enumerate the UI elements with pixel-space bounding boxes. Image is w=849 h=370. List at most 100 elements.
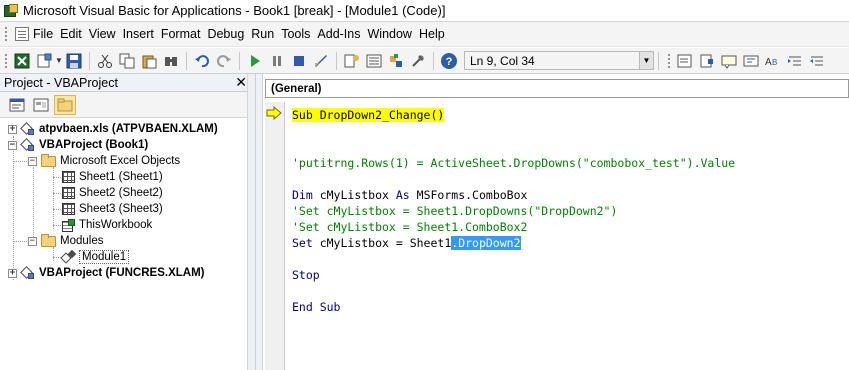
svg-text:?: ? (446, 56, 453, 68)
code-line[interactable]: Set cMyListbox = Sheet1.DropDown2 (292, 235, 521, 251)
menu-add-ins[interactable]: Add-Ins (317, 22, 367, 47)
vba-project-icon (20, 265, 35, 280)
help-icon[interactable]: ? (439, 51, 459, 71)
expand-icon[interactable]: + (8, 124, 17, 134)
code-token: 'putitrng.Rows(1) = ActiveSheet.DropDown… (292, 156, 736, 170)
collapse-icon[interactable]: − (28, 156, 37, 166)
tree-item-funcres[interactable]: + VBAProject (FUNCRES.XLAM) (8, 265, 204, 281)
pane-splitter[interactable] (255, 74, 263, 370)
copy-icon[interactable] (117, 51, 137, 71)
tree-item-excel-objects[interactable]: − Microsoft Excel Objects (28, 153, 180, 169)
redo-icon[interactable] (214, 51, 234, 71)
code-line[interactable]: 'Set cMyListbox = Sheet1.DropDowns("Drop… (292, 203, 617, 219)
menubar-grip-icon[interactable] (4, 26, 8, 42)
list-properties-icon[interactable] (675, 51, 695, 71)
selected-text: .DropDown2 (451, 236, 521, 250)
indent-icon[interactable] (785, 51, 805, 71)
code-token: Stop (292, 268, 320, 282)
title-bar: Microsoft Visual Basic for Applications … (0, 0, 849, 22)
project-tree: + atpvbaen.xls (ATPVBAEN.XLAM) − VBAProj… (0, 119, 247, 370)
window-title: Microsoft Visual Basic for Applications … (23, 3, 446, 18)
tree-item-modules[interactable]: − Modules (28, 233, 103, 249)
menu-view[interactable]: View (89, 22, 123, 47)
menu-bar: File Edit View Insert Format Debug Run T… (0, 22, 849, 47)
complete-word-icon[interactable]: AB (763, 51, 783, 71)
code-line[interactable]: Dim cMyListbox As MSForms.ComboBox (292, 187, 527, 203)
expand-icon[interactable]: + (8, 268, 17, 278)
code-line[interactable]: 'putitrng.Rows(1) = ActiveSheet.DropDown… (292, 155, 735, 171)
vba-app-icon (4, 3, 18, 18)
code-line[interactable]: 'Set cMyListbox = Sheet1.ComboBox2 (292, 219, 527, 235)
code-token: cMyListbox = Sheet1 (312, 236, 452, 250)
undo-icon[interactable] (192, 51, 212, 71)
worksheet-icon (62, 203, 75, 215)
code-token: As (395, 188, 410, 202)
workbook-icon (62, 218, 75, 232)
tree-item-atpvbaen[interactable]: + atpvbaen.xls (ATPVBAEN.XLAM) (8, 121, 218, 137)
code-margin-indicator-bar[interactable] (265, 102, 285, 370)
menu-help[interactable]: Help (419, 22, 452, 47)
code-line[interactable]: Stop (292, 267, 320, 283)
menu-run[interactable]: Run (251, 22, 281, 47)
tree-item-label: Sheet1 (Sheet1) (79, 171, 163, 183)
code-line[interactable]: End Sub (292, 299, 340, 315)
toggle-folders-icon[interactable] (54, 94, 76, 115)
object-browser-icon[interactable] (386, 51, 406, 71)
find-icon[interactable] (161, 51, 181, 71)
parameter-info-icon[interactable] (741, 51, 761, 71)
tree-item-sheet3[interactable]: Sheet3 (Sheet3) (62, 201, 163, 217)
collapse-icon[interactable]: − (28, 236, 37, 246)
tree-item-label: VBAProject (Book1) (39, 139, 149, 151)
excel-icon[interactable] (12, 51, 32, 71)
tree-item-thisworkbook[interactable]: ThisWorkbook (62, 217, 152, 233)
view-object-icon[interactable] (30, 95, 52, 115)
toolbar-options-icon[interactable]: ▼ (639, 52, 653, 69)
break-icon[interactable] (267, 51, 287, 71)
tree-item-module1[interactable]: Module1 (60, 249, 130, 265)
worksheet-icon (62, 171, 75, 183)
code-token: cMyListbox (312, 188, 396, 202)
tree-item-sheet2[interactable]: Sheet2 (Sheet2) (62, 185, 163, 201)
cursor-position-box: Ln 9, Col 34 ▼ (464, 51, 654, 70)
code-token: MSForms.ComboBox (409, 188, 528, 202)
menu-edit[interactable]: Edit (60, 22, 89, 47)
run-icon[interactable] (245, 51, 265, 71)
outdent-icon[interactable] (807, 51, 827, 71)
design-mode-icon[interactable] (311, 51, 331, 71)
menu-format[interactable]: Format (161, 22, 208, 47)
collapse-icon[interactable]: − (8, 140, 17, 150)
project-explorer-icon[interactable] (342, 51, 362, 71)
object-combobox-value: (General) (271, 82, 322, 95)
properties-icon[interactable] (364, 51, 384, 71)
tree-item-label: Sheet2 (Sheet2) (79, 187, 163, 199)
object-combobox[interactable]: (General) (265, 79, 849, 98)
view-code-icon[interactable] (6, 95, 28, 115)
code-line[interactable]: Sub DropDown2_Change() (292, 107, 445, 123)
project-pane-scrollbar[interactable] (247, 74, 255, 370)
cut-icon[interactable] (95, 51, 115, 71)
tree-item-vbaproject-book1[interactable]: − VBAProject (Book1) (8, 137, 148, 153)
tree-item-label: ThisWorkbook (79, 219, 153, 231)
tree-item-sheet1[interactable]: Sheet1 (Sheet1) (62, 169, 163, 185)
quick-info-icon[interactable] (719, 51, 739, 71)
insert-dropdown-icon[interactable]: ▼ (55, 52, 63, 70)
save-icon[interactable] (64, 51, 84, 71)
code-token: Set (292, 236, 313, 250)
menu-insert[interactable]: Insert (123, 22, 161, 47)
menu-tools[interactable]: Tools (281, 22, 317, 47)
toolbox-icon[interactable] (408, 51, 428, 71)
reset-icon[interactable] (289, 51, 309, 71)
menu-window[interactable]: Window (368, 22, 419, 47)
toolbar-grip-icon[interactable] (4, 52, 8, 69)
insert-module-icon[interactable] (34, 51, 54, 71)
tree-item-label: Modules (60, 235, 104, 247)
project-pane-close-icon[interactable]: ✕ (235, 74, 247, 91)
edit-toolbar-grip-icon[interactable] (667, 52, 671, 69)
list-constants-icon[interactable] (697, 51, 717, 71)
paste-icon[interactable] (139, 51, 159, 71)
folder-icon (41, 153, 56, 167)
code-editor[interactable]: Sub DropDown2_Change() 'putitrng.Rows(1) … (286, 102, 849, 370)
menu-file[interactable]: File (11, 22, 60, 47)
code-token: End Sub (292, 300, 341, 314)
menu-debug[interactable]: Debug (207, 22, 251, 47)
